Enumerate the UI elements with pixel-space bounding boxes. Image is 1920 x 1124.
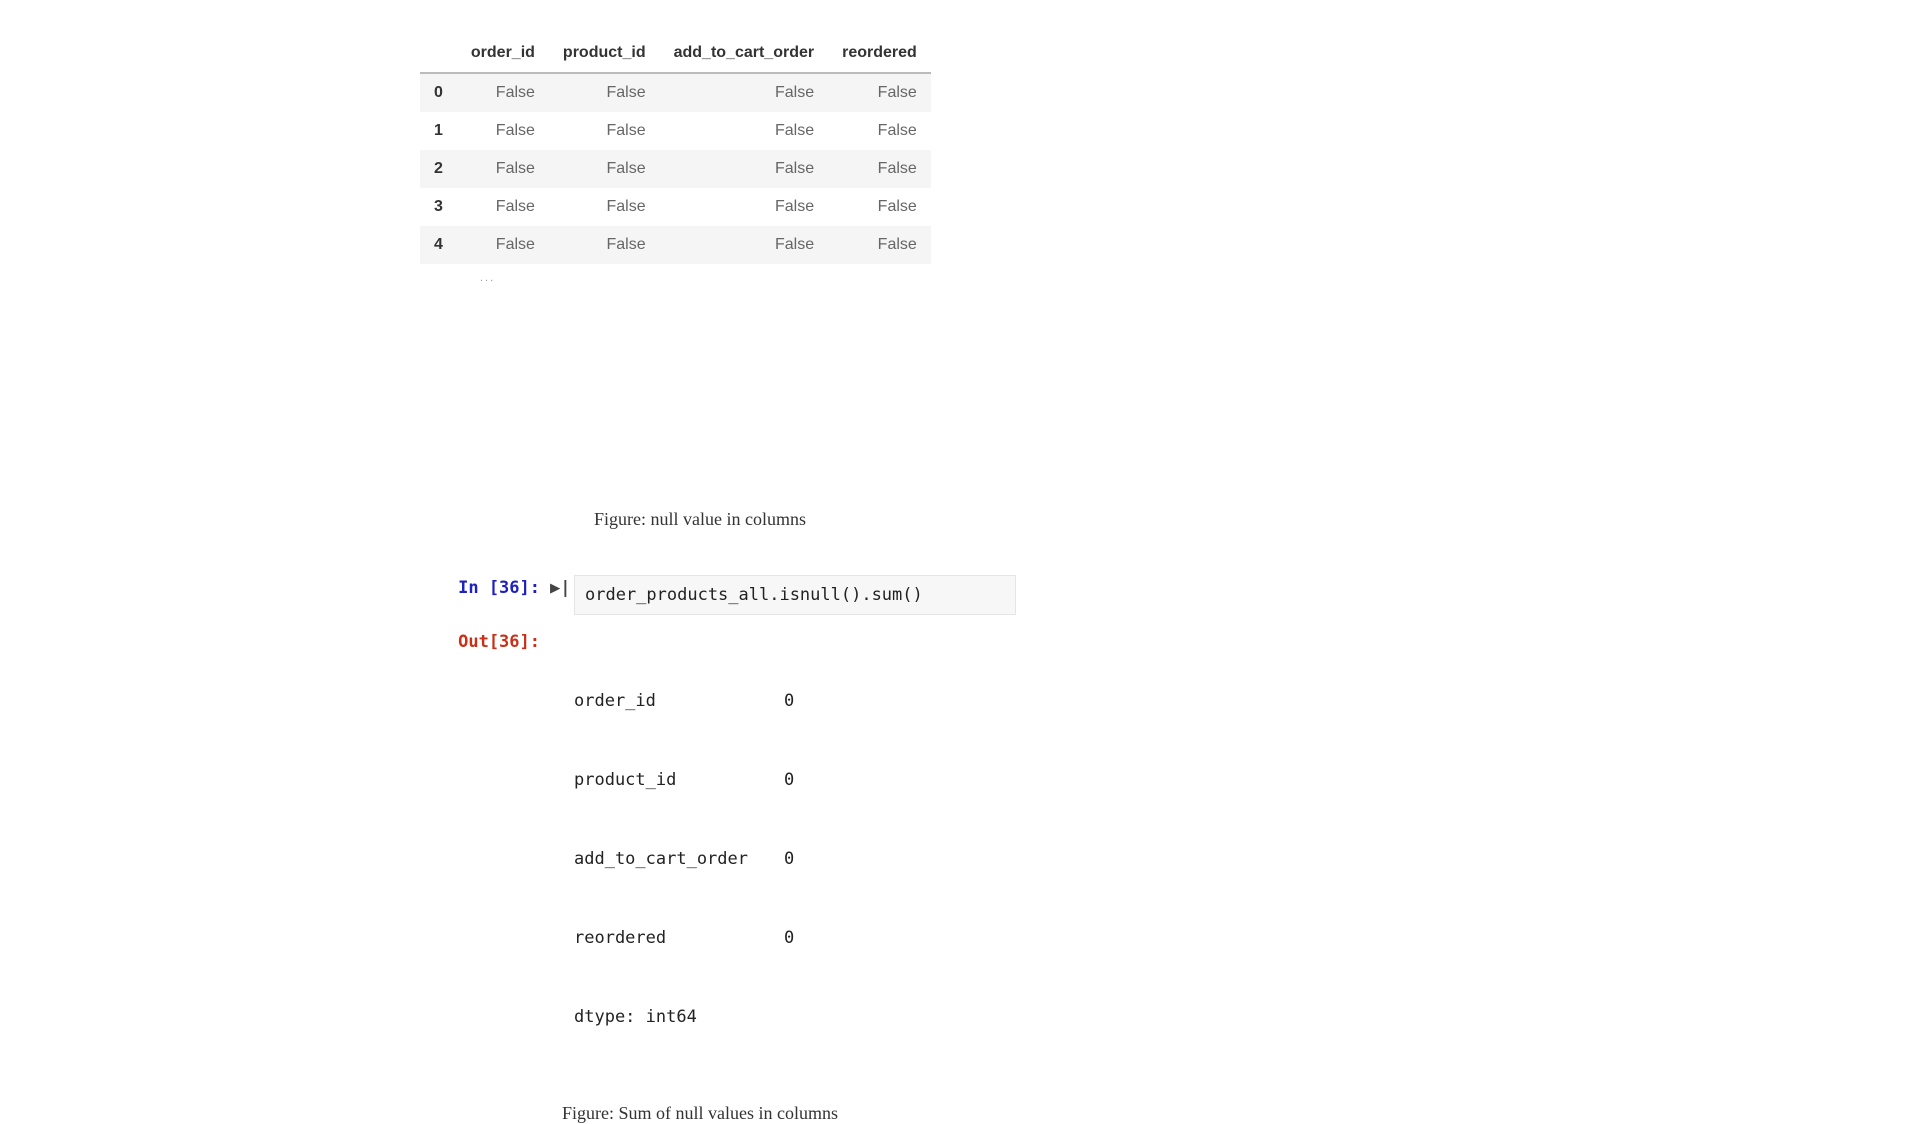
column-header: reordered: [828, 38, 931, 73]
table-row: 4 False False False False: [420, 226, 931, 264]
input-prompt: In [36]:: [420, 575, 550, 601]
output-line: add_to_cart_order0: [574, 846, 794, 872]
output-line: reordered0: [574, 925, 794, 951]
column-header: product_id: [549, 38, 660, 73]
cell: False: [828, 226, 931, 264]
cell: False: [549, 73, 660, 112]
column-header: order_id: [457, 38, 549, 73]
cell: False: [828, 188, 931, 226]
cell: False: [549, 112, 660, 150]
code-output: order_id0 product_id0 add_to_cart_order0…: [574, 629, 794, 1083]
row-index: 4: [420, 226, 457, 264]
cell: False: [457, 150, 549, 188]
cell: False: [457, 112, 549, 150]
figure-caption: Figure: Sum of null values in columns: [400, 1103, 1000, 1124]
table-row: 2 False False False False: [420, 150, 931, 188]
cell: False: [828, 112, 931, 150]
output-line: product_id0: [574, 767, 794, 793]
cell: False: [660, 150, 829, 188]
cell: False: [660, 226, 829, 264]
output-dtype: dtype: int64: [574, 1004, 794, 1030]
code-input[interactable]: order_products_all.isnull().sum(): [574, 575, 1016, 615]
output-line: order_id0: [574, 688, 794, 714]
cell: False: [457, 188, 549, 226]
table-row: 1 False False False False: [420, 112, 931, 150]
cell: False: [549, 226, 660, 264]
table-row: 3 False False False False: [420, 188, 931, 226]
cell: False: [549, 188, 660, 226]
truncation-ellipsis: ...: [420, 264, 1020, 284]
cell: False: [660, 112, 829, 150]
cell: False: [828, 150, 931, 188]
figure-caption: Figure: null value in columns: [400, 509, 1000, 530]
cell: False: [457, 73, 549, 112]
cell: False: [549, 150, 660, 188]
table-corner: [420, 38, 457, 73]
cell: False: [660, 188, 829, 226]
column-header: add_to_cart_order: [660, 38, 829, 73]
jupyter-cell: In [36]: ▶| order_products_all.isnull().…: [420, 575, 1020, 1083]
output-prompt: Out[36]:: [420, 629, 550, 655]
cell: False: [660, 73, 829, 112]
dataframe-table: order_id product_id add_to_cart_order re…: [420, 38, 931, 264]
row-index: 1: [420, 112, 457, 150]
row-index: 0: [420, 73, 457, 112]
row-index: 3: [420, 188, 457, 226]
row-index: 2: [420, 150, 457, 188]
cell: False: [457, 226, 549, 264]
cell: False: [828, 73, 931, 112]
table-row: 0 False False False False: [420, 73, 931, 112]
run-cell-icon[interactable]: ▶|: [550, 575, 568, 601]
